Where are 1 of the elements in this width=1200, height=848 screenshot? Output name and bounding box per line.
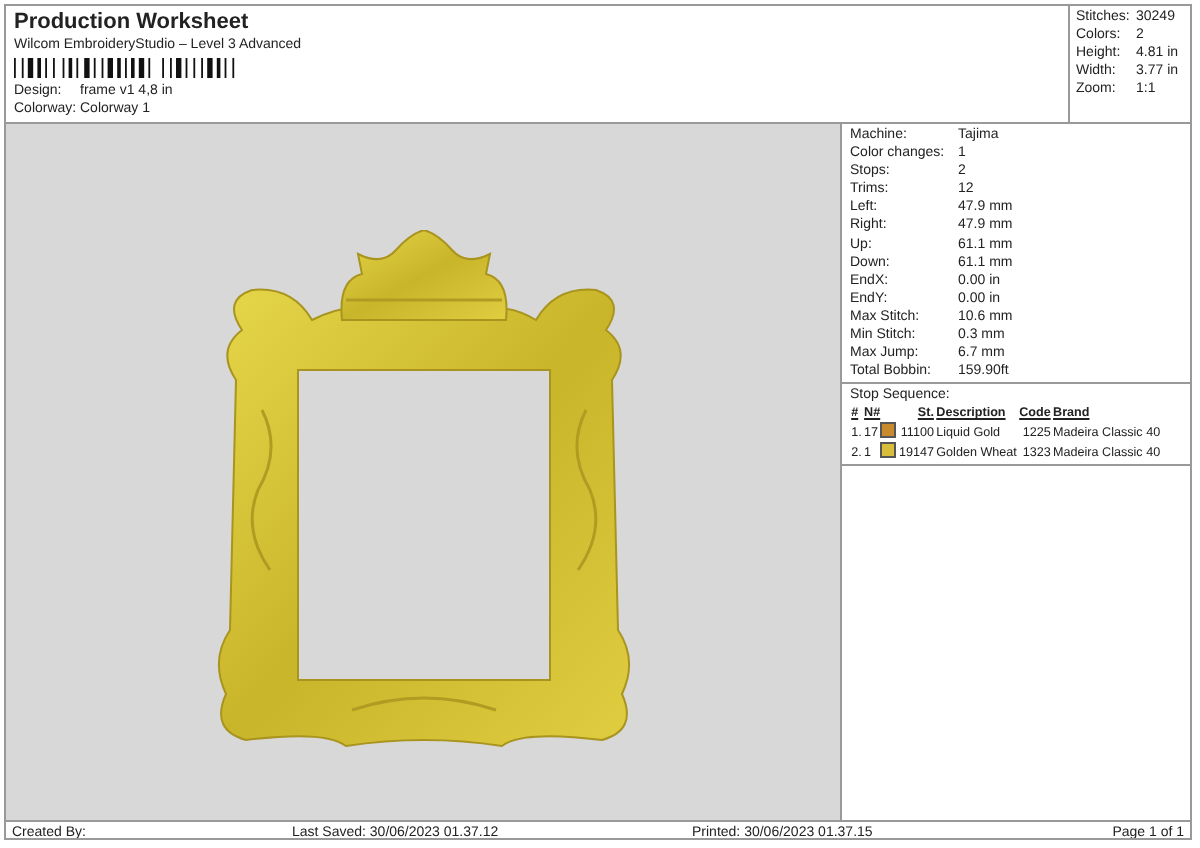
worksheet-title: Production Worksheet xyxy=(14,10,251,36)
